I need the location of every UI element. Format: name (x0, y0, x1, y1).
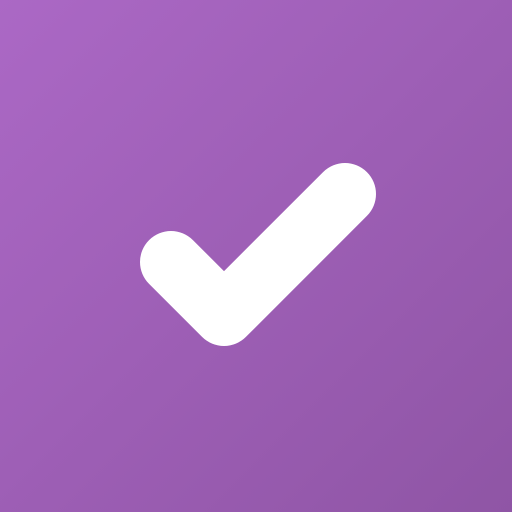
check-icon (140, 163, 376, 346)
icon-tile (0, 0, 512, 512)
checkmark-stroke (140, 163, 376, 346)
